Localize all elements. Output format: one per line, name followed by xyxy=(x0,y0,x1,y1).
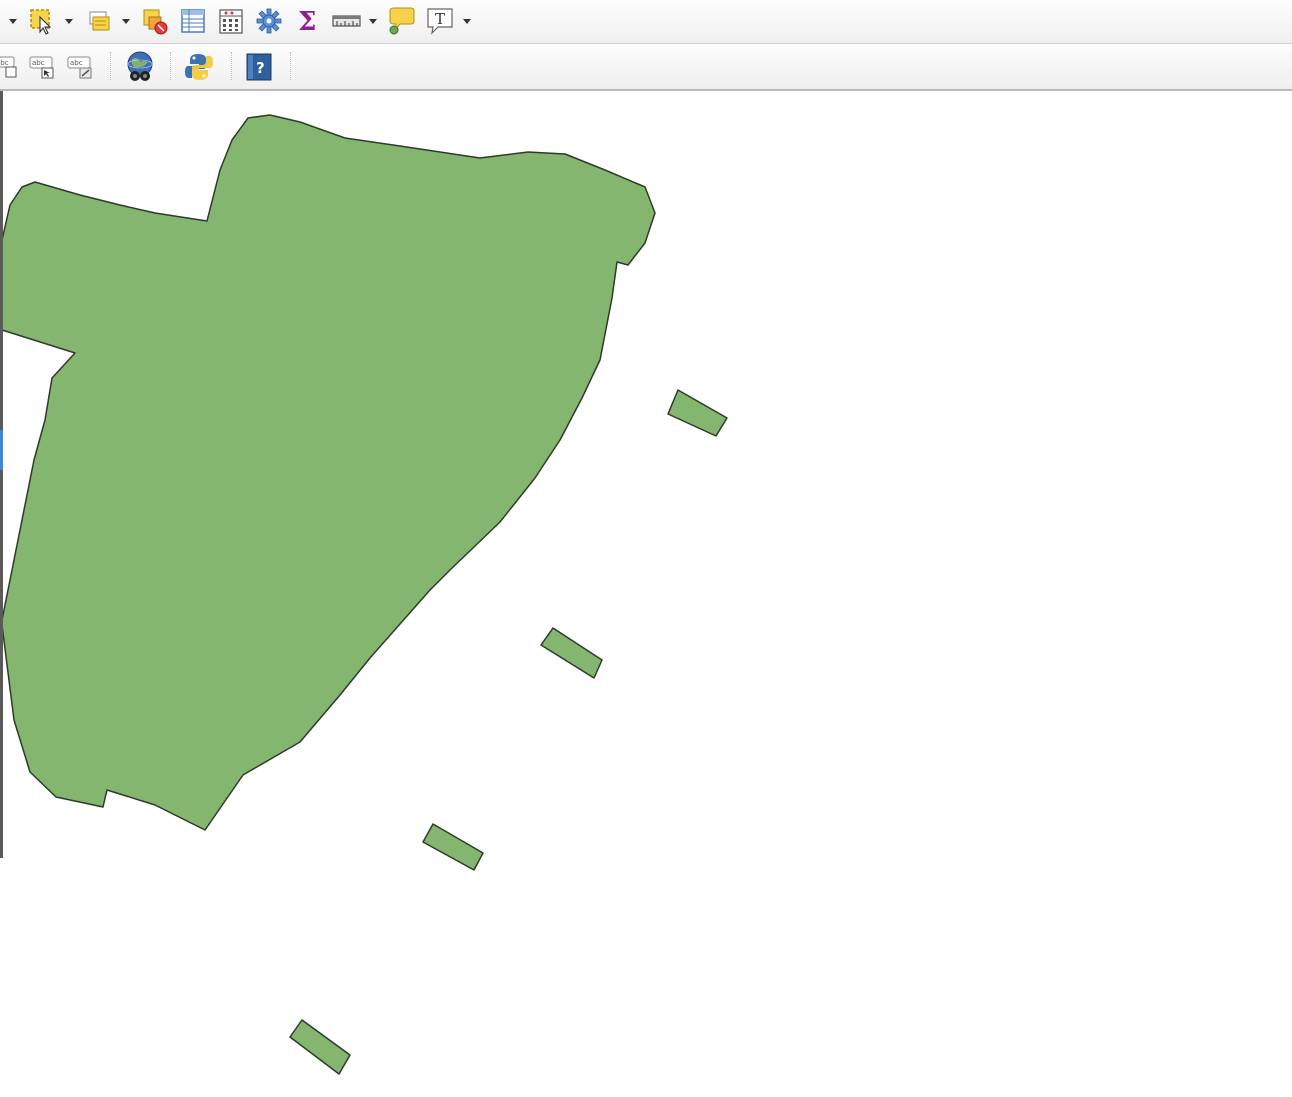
deselect-all-button[interactable] xyxy=(141,7,169,35)
toolbar-separator xyxy=(231,52,234,80)
text-annotation-button[interactable]: T xyxy=(425,6,455,36)
small-parcel-feature[interactable] xyxy=(289,1019,351,1075)
small-parcel-feature[interactable] xyxy=(540,627,603,679)
toolbar-overflow-arrow[interactable] xyxy=(9,19,17,24)
deselect-features-dropdown[interactable] xyxy=(122,19,130,24)
statistical-summary-button[interactable]: Σ xyxy=(295,5,323,37)
toolbar-labels-plugins: abc abc abc xyxy=(0,44,1292,91)
sigma-glyph: Σ xyxy=(298,7,316,35)
field-calculator-icon xyxy=(219,9,243,34)
processing-toolbox-icon xyxy=(256,8,282,34)
large-polygon-feature[interactable] xyxy=(1,114,656,831)
pin-labels-button[interactable]: abc xyxy=(0,54,20,80)
field-calculator-button[interactable] xyxy=(217,7,245,35)
change-label-button[interactable]: abc xyxy=(66,54,96,80)
text-annotation-dropdown[interactable] xyxy=(463,19,471,24)
toolbar-attributes: Σ T xyxy=(0,0,1292,44)
move-label-icon: abc xyxy=(29,56,54,79)
web-globe-icon xyxy=(127,51,153,81)
attribute-table-icon xyxy=(181,9,205,33)
map-canvas[interactable] xyxy=(0,91,1292,1097)
measure-icon xyxy=(332,15,361,27)
deselect-features-button[interactable] xyxy=(87,8,113,34)
processing-toolbox-button[interactable] xyxy=(255,7,283,35)
toolbar-separator xyxy=(170,52,173,80)
python-console-icon xyxy=(185,54,213,80)
small-parcel-feature[interactable] xyxy=(422,823,484,871)
deselect-all-icon xyxy=(143,9,168,35)
toolbar-separator xyxy=(110,52,113,80)
web-globe-button[interactable] xyxy=(124,50,158,84)
change-label-icon: abc xyxy=(67,56,92,79)
measure-button[interactable] xyxy=(332,8,362,34)
deselect-features-icon xyxy=(89,11,110,31)
toolbar-area: Σ T bc abc abc ? xyxy=(0,0,1292,91)
text-annotation-icon: T xyxy=(427,8,453,35)
change-label-text: abc xyxy=(70,59,83,67)
small-parcel-feature[interactable] xyxy=(667,389,728,437)
left-panel-splitter[interactable] xyxy=(0,430,3,470)
map-layer xyxy=(1,114,728,1075)
help-glyph: ? xyxy=(256,59,265,77)
select-features-button[interactable] xyxy=(28,7,56,35)
map-tips-button[interactable] xyxy=(386,6,416,36)
pin-labels-text: abc xyxy=(0,59,9,67)
left-panel-edge[interactable] xyxy=(0,91,3,858)
toolbar-separator xyxy=(290,52,293,80)
map-tips-icon xyxy=(389,7,415,35)
pin-labels-icon: abc xyxy=(0,56,17,78)
measure-dropdown[interactable] xyxy=(369,19,377,24)
help-icon: ? xyxy=(246,53,272,81)
help-button[interactable]: ? xyxy=(245,52,273,82)
text-glyph: T xyxy=(435,10,445,28)
statistical-summary-icon: Σ xyxy=(298,7,316,37)
select-features-dropdown[interactable] xyxy=(65,19,73,24)
move-label-button[interactable]: abc xyxy=(28,54,58,80)
python-console-button[interactable] xyxy=(184,52,214,82)
select-features-icon xyxy=(30,9,52,35)
attribute-table-button[interactable] xyxy=(179,7,207,35)
move-label-text: abc xyxy=(32,59,45,67)
